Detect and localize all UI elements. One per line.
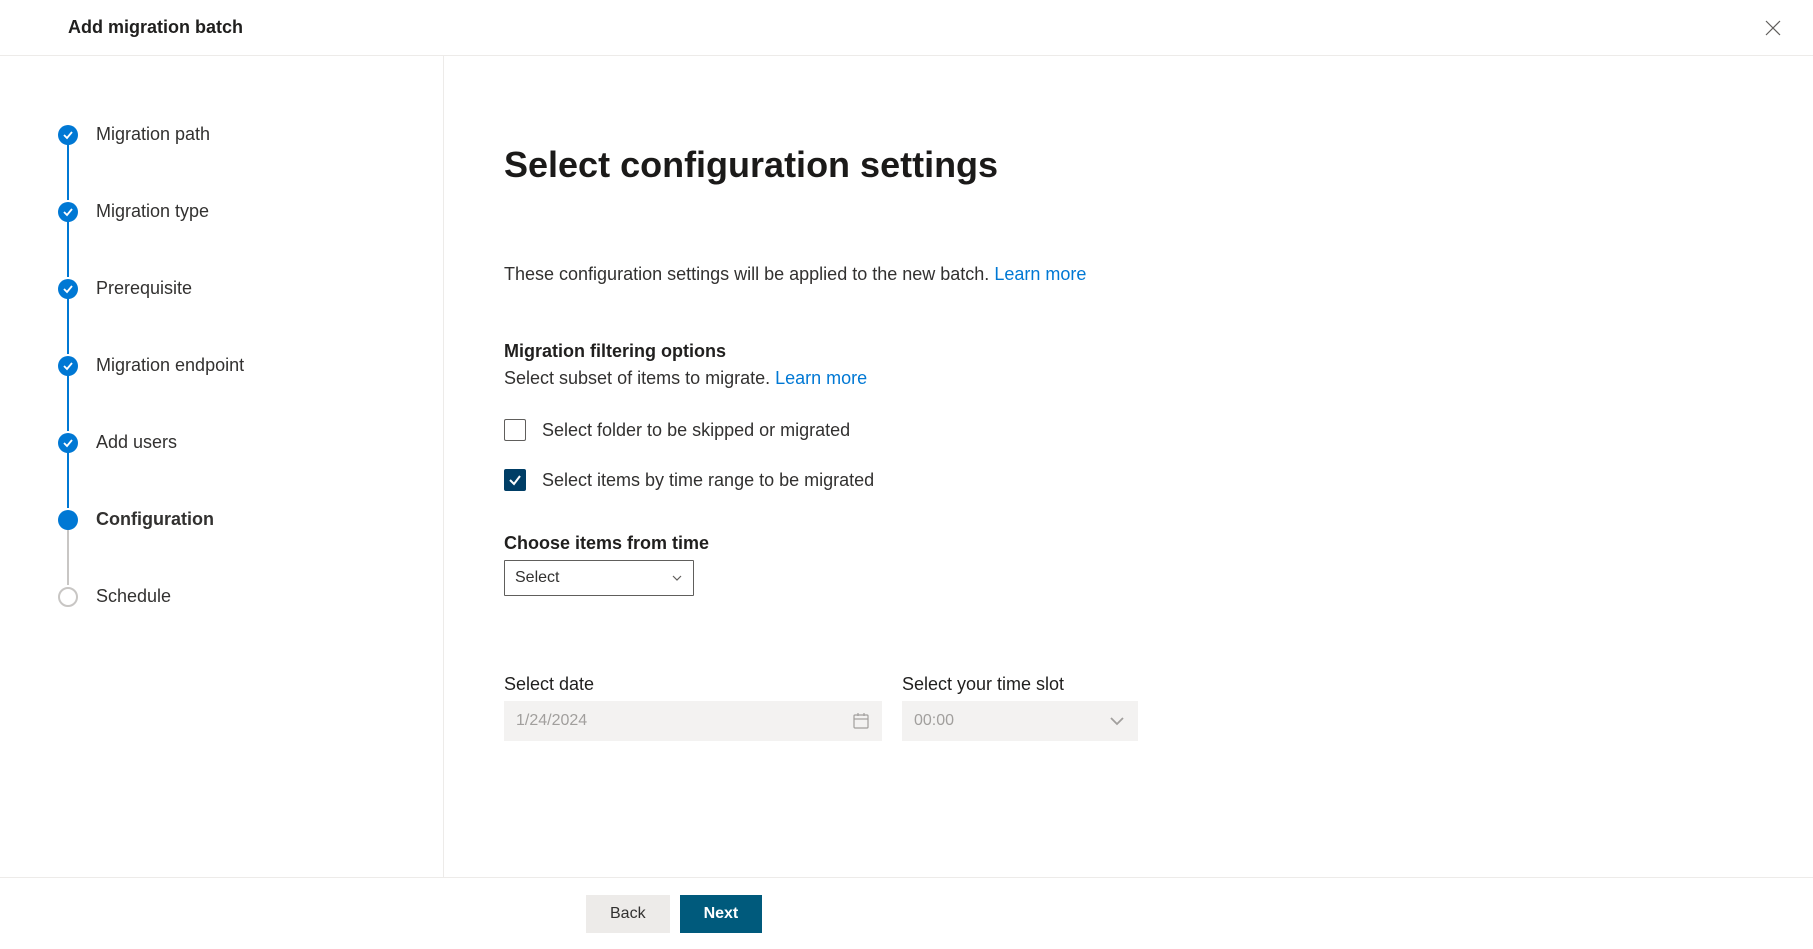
step-label: Migration endpoint [96,355,244,376]
filtering-section: Migration filtering options Select subse… [504,341,1753,491]
step-prerequisite[interactable]: Prerequisite [58,278,403,299]
step-label: Prerequisite [96,278,192,299]
choose-time-field: Choose items from time Select [504,533,1753,596]
step-label: Schedule [96,586,171,607]
checkbox-time-range[interactable] [504,469,526,491]
checkbox-folder-row: Select folder to be skipped or migrated [504,419,1753,441]
step-connector [67,452,69,508]
step-label: Configuration [96,509,214,530]
step-label: Migration type [96,201,209,222]
learn-more-link[interactable]: Learn more [994,264,1086,284]
calendar-icon [852,712,870,730]
checkmark-icon [63,130,73,140]
chevron-down-icon [1108,712,1126,730]
choose-time-select[interactable]: Select [504,560,694,596]
step-migration-path[interactable]: Migration path [58,124,403,145]
timeslot-label: Select your time slot [902,674,1138,695]
step-indicator-completed [58,433,78,453]
chevron-down-icon [671,572,683,584]
date-label: Select date [504,674,882,695]
dialog-title: Add migration batch [68,17,243,38]
step-indicator-completed [58,279,78,299]
step-connector [67,529,69,585]
date-time-row: Select date 1/24/2024 [504,674,1753,741]
step-indicator-completed [58,356,78,376]
checkbox-time-label: Select items by time range to be migrate… [542,470,874,491]
dialog-header: Add migration batch [0,0,1813,56]
step-indicator-active [58,510,78,530]
filtering-subtext: Select subset of items to migrate. Learn… [504,368,1753,389]
close-icon [1765,20,1781,36]
select-placeholder: Select [515,569,559,587]
step-indicator-completed [58,125,78,145]
date-value: 1/24/2024 [516,712,587,730]
choose-time-label: Choose items from time [504,533,1753,554]
step-connector [67,221,69,277]
step-connector [67,298,69,354]
back-button[interactable]: Back [586,895,670,933]
close-button[interactable] [1757,12,1789,44]
next-button[interactable]: Next [680,895,763,933]
checkmark-icon [63,438,73,448]
page-description: These configuration settings will be app… [504,264,1753,285]
filtering-learn-more-link[interactable]: Learn more [775,368,867,388]
dialog-body: Migration path Migration type Prerequisi… [0,56,1813,877]
step-label: Add users [96,432,177,453]
step-connector [67,144,69,200]
step-migration-type[interactable]: Migration type [58,201,403,222]
step-indicator-completed [58,202,78,222]
main-content: Select configuration settings These conf… [444,56,1813,877]
step-connector [67,375,69,431]
description-text: These configuration settings will be app… [504,264,994,284]
step-migration-endpoint[interactable]: Migration endpoint [58,355,403,376]
timeslot-field: Select your time slot 00:00 [902,674,1138,741]
checkmark-icon [63,361,73,371]
checkbox-time-row: Select items by time range to be migrate… [504,469,1753,491]
filtering-heading: Migration filtering options [504,341,1753,362]
wizard-steps-list: Migration path Migration type Prerequisi… [58,124,403,607]
filtering-sub-text: Select subset of items to migrate. [504,368,775,388]
page-title: Select configuration settings [504,144,1753,186]
checkbox-folder-label: Select folder to be skipped or migrated [542,420,850,441]
checkmark-icon [63,284,73,294]
wizard-steps-sidebar: Migration path Migration type Prerequisi… [0,56,444,877]
step-indicator-upcoming [58,587,78,607]
date-input: 1/24/2024 [504,701,882,741]
checkmark-icon [63,207,73,217]
step-schedule: Schedule [58,586,403,607]
step-add-users[interactable]: Add users [58,432,403,453]
date-field: Select date 1/24/2024 [504,674,882,741]
timeslot-value: 00:00 [914,712,954,730]
step-configuration[interactable]: Configuration [58,509,403,530]
checkmark-icon [508,473,522,487]
dialog-footer: Back Next [0,877,1813,949]
step-label: Migration path [96,124,210,145]
checkbox-folder[interactable] [504,419,526,441]
timeslot-input: 00:00 [902,701,1138,741]
